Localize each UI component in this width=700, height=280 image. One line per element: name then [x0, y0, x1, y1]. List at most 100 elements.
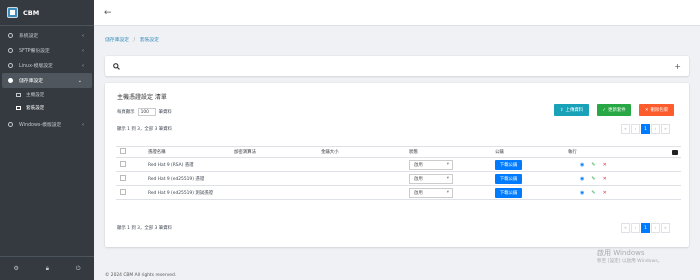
sidebar-item-label: 系統設定	[19, 34, 39, 39]
delete-icon[interactable]: ✕	[603, 162, 607, 168]
pagination-bottom: « ‹ 1 › »	[621, 223, 670, 233]
sidebar-item-sftp[interactable]: SFTP備份設定 ‹	[0, 43, 94, 58]
windows-icon	[8, 122, 13, 127]
sidebar-item-linux[interactable]: Linux-模版設定 ‹	[0, 58, 94, 73]
select-all-header[interactable]	[116, 146, 144, 158]
sidebar-item-label: Linux-模版設定	[19, 64, 53, 69]
column-header[interactable]: 加密演算法	[230, 146, 317, 158]
app-name: CBM	[23, 8, 40, 17]
actions-cell: ◉ ✎ ✕	[564, 185, 681, 200]
sidebar-item-repository[interactable]: 儲存庫設定 ⌄	[2, 73, 92, 88]
windows-activation-text: 移至 [設定] 以啟用 Windows。	[597, 259, 663, 264]
column-header[interactable]: 執行	[564, 146, 681, 158]
chevron-left-icon: ‹	[82, 62, 84, 69]
column-visibility-icon[interactable]	[672, 150, 678, 155]
cert-algorithm	[230, 171, 317, 186]
breadcrumb-parent[interactable]: 儲存庫設定	[105, 38, 129, 43]
cert-algorithm	[230, 157, 317, 172]
topbar: ←	[94, 0, 700, 26]
page-next[interactable]: ›	[651, 124, 660, 134]
actions-cell: ◉ ✎ ✕	[564, 157, 681, 172]
delete-icon[interactable]: ✕	[603, 190, 607, 196]
page-prev[interactable]: ‹	[631, 223, 640, 233]
backup-icon	[8, 48, 13, 53]
pagination-top: « ‹ 1 › »	[621, 124, 670, 134]
cert-name: Red Hat 9 (ed25519) 憑證	[144, 171, 230, 186]
page-first[interactable]: «	[621, 124, 630, 134]
column-header[interactable]: 憑證名稱	[144, 146, 230, 158]
power-icon[interactable]: ⏻	[76, 265, 81, 273]
cert-name: Red Hat 9 (ed25519) 測試憑證	[144, 185, 230, 200]
page-prev[interactable]: ‹	[631, 124, 640, 134]
download-public-key-button[interactable]: 下載公鑰	[495, 173, 522, 184]
page-length-control: 每頁顯示 100 筆資料	[117, 108, 172, 116]
select-all-checkbox[interactable]	[120, 148, 126, 154]
table-info-top: 顯示 1 到 3，全部 3 筆資料	[117, 127, 172, 132]
sidebar-item-system[interactable]: 系統設定 ‹	[0, 28, 94, 43]
sidebar-nav: 系統設定 ‹ SFTP備份設定 ‹ Linux-模版設定 ‹ 儲存庫設定 ⌄ 主…	[0, 26, 94, 132]
breadcrumb-separator: /	[133, 38, 136, 43]
sidebar-item-label: SFTP備份設定	[19, 49, 50, 54]
sidebar-subitem-host[interactable]: 主機設定	[0, 88, 94, 101]
page-first[interactable]: «	[621, 223, 630, 233]
column-header[interactable]: 狀態	[405, 146, 491, 158]
delete-button-label: 刪除包裹	[650, 108, 669, 113]
view-icon[interactable]: ◉	[580, 176, 584, 182]
cert-key-size	[317, 171, 405, 186]
status-select[interactable]: 啟用	[409, 159, 453, 170]
column-header[interactable]: 公鑰	[491, 146, 564, 158]
table-info-bottom: 顯示 1 到 3，全部 3 筆資料	[117, 226, 172, 231]
table-row: Red Hat 9 (ed25519) 憑證 啟用 下載公鑰 ◉ ✎ ✕	[116, 171, 681, 186]
search-card: +	[105, 56, 689, 76]
status-select[interactable]: 啟用	[409, 173, 453, 184]
edit-icon[interactable]: ✎	[591, 176, 595, 182]
settings-icon[interactable]: ⚙	[13, 265, 18, 272]
download-public-key-button[interactable]: 下載公鑰	[495, 187, 522, 198]
page-1[interactable]: 1	[641, 124, 650, 134]
row-select-cell	[116, 185, 144, 200]
sidebar-item-windows[interactable]: Windows-模版設定 ‹	[0, 117, 94, 132]
sidebar-footer: ⚙ 🔒︎ ⏻	[0, 256, 94, 280]
sidebar-subitem-label: 套裝設定	[26, 105, 45, 111]
actions-cell: ◉ ✎ ✕	[564, 171, 681, 186]
chevron-down-icon: ⌄	[77, 77, 82, 84]
view-icon[interactable]: ◉	[580, 162, 584, 168]
row-checkbox[interactable]	[120, 188, 126, 195]
certificate-list-card: 主機憑證設定 清單 每頁顯示 100 筆資料 ⇪ 上傳資料 ✓ 更新套件 ✕ 刪…	[105, 83, 689, 247]
delete-icon[interactable]: ✕	[603, 176, 607, 182]
back-arrow-icon[interactable]: ←	[104, 8, 112, 18]
sidebar-subitem-label: 主機設定	[26, 92, 45, 98]
status-select[interactable]: 啟用	[409, 187, 453, 198]
search-icon[interactable]	[113, 62, 120, 70]
chevron-left-icon: ‹	[82, 32, 84, 39]
page-last[interactable]: »	[661, 223, 670, 233]
app-logo-icon	[7, 7, 18, 18]
expand-plus-icon[interactable]: +	[674, 62, 681, 71]
chevron-left-icon: ‹	[82, 47, 84, 54]
edit-icon[interactable]: ✎	[591, 162, 595, 168]
download-cell: 下載公鑰	[491, 185, 564, 200]
row-checkbox[interactable]	[120, 160, 126, 167]
page-last[interactable]: »	[661, 124, 670, 134]
edit-icon[interactable]: ✎	[591, 190, 595, 196]
status-cell: 啟用	[405, 171, 491, 186]
sidebar-subitem-package[interactable]: 套裝設定	[0, 101, 94, 114]
upload-button[interactable]: ⇪ 上傳資料	[554, 104, 589, 116]
download-public-key-button[interactable]: 下載公鑰	[495, 159, 522, 170]
package-icon	[16, 105, 21, 110]
brand[interactable]: CBM	[0, 0, 94, 26]
column-header[interactable]: 金鑰大小	[317, 146, 405, 158]
lock-icon[interactable]: 🔒︎	[46, 265, 49, 273]
update-button[interactable]: ✓ 更新套件	[597, 104, 631, 116]
row-checkbox[interactable]	[120, 174, 126, 181]
delete-button[interactable]: ✕ 刪除包裹	[639, 104, 674, 116]
view-icon[interactable]: ◉	[580, 190, 584, 196]
row-select-cell	[116, 157, 144, 172]
page-length-select[interactable]: 100	[137, 108, 156, 116]
cert-name: Red Hat 9 (RSA) 憑證	[144, 157, 230, 172]
sidebar-item-label: Windows-模版設定	[19, 123, 62, 128]
page-next[interactable]: ›	[651, 223, 660, 233]
length-suffix: 筆資料	[158, 110, 172, 115]
page-1[interactable]: 1	[641, 223, 650, 233]
check-icon: ✓	[602, 107, 607, 113]
